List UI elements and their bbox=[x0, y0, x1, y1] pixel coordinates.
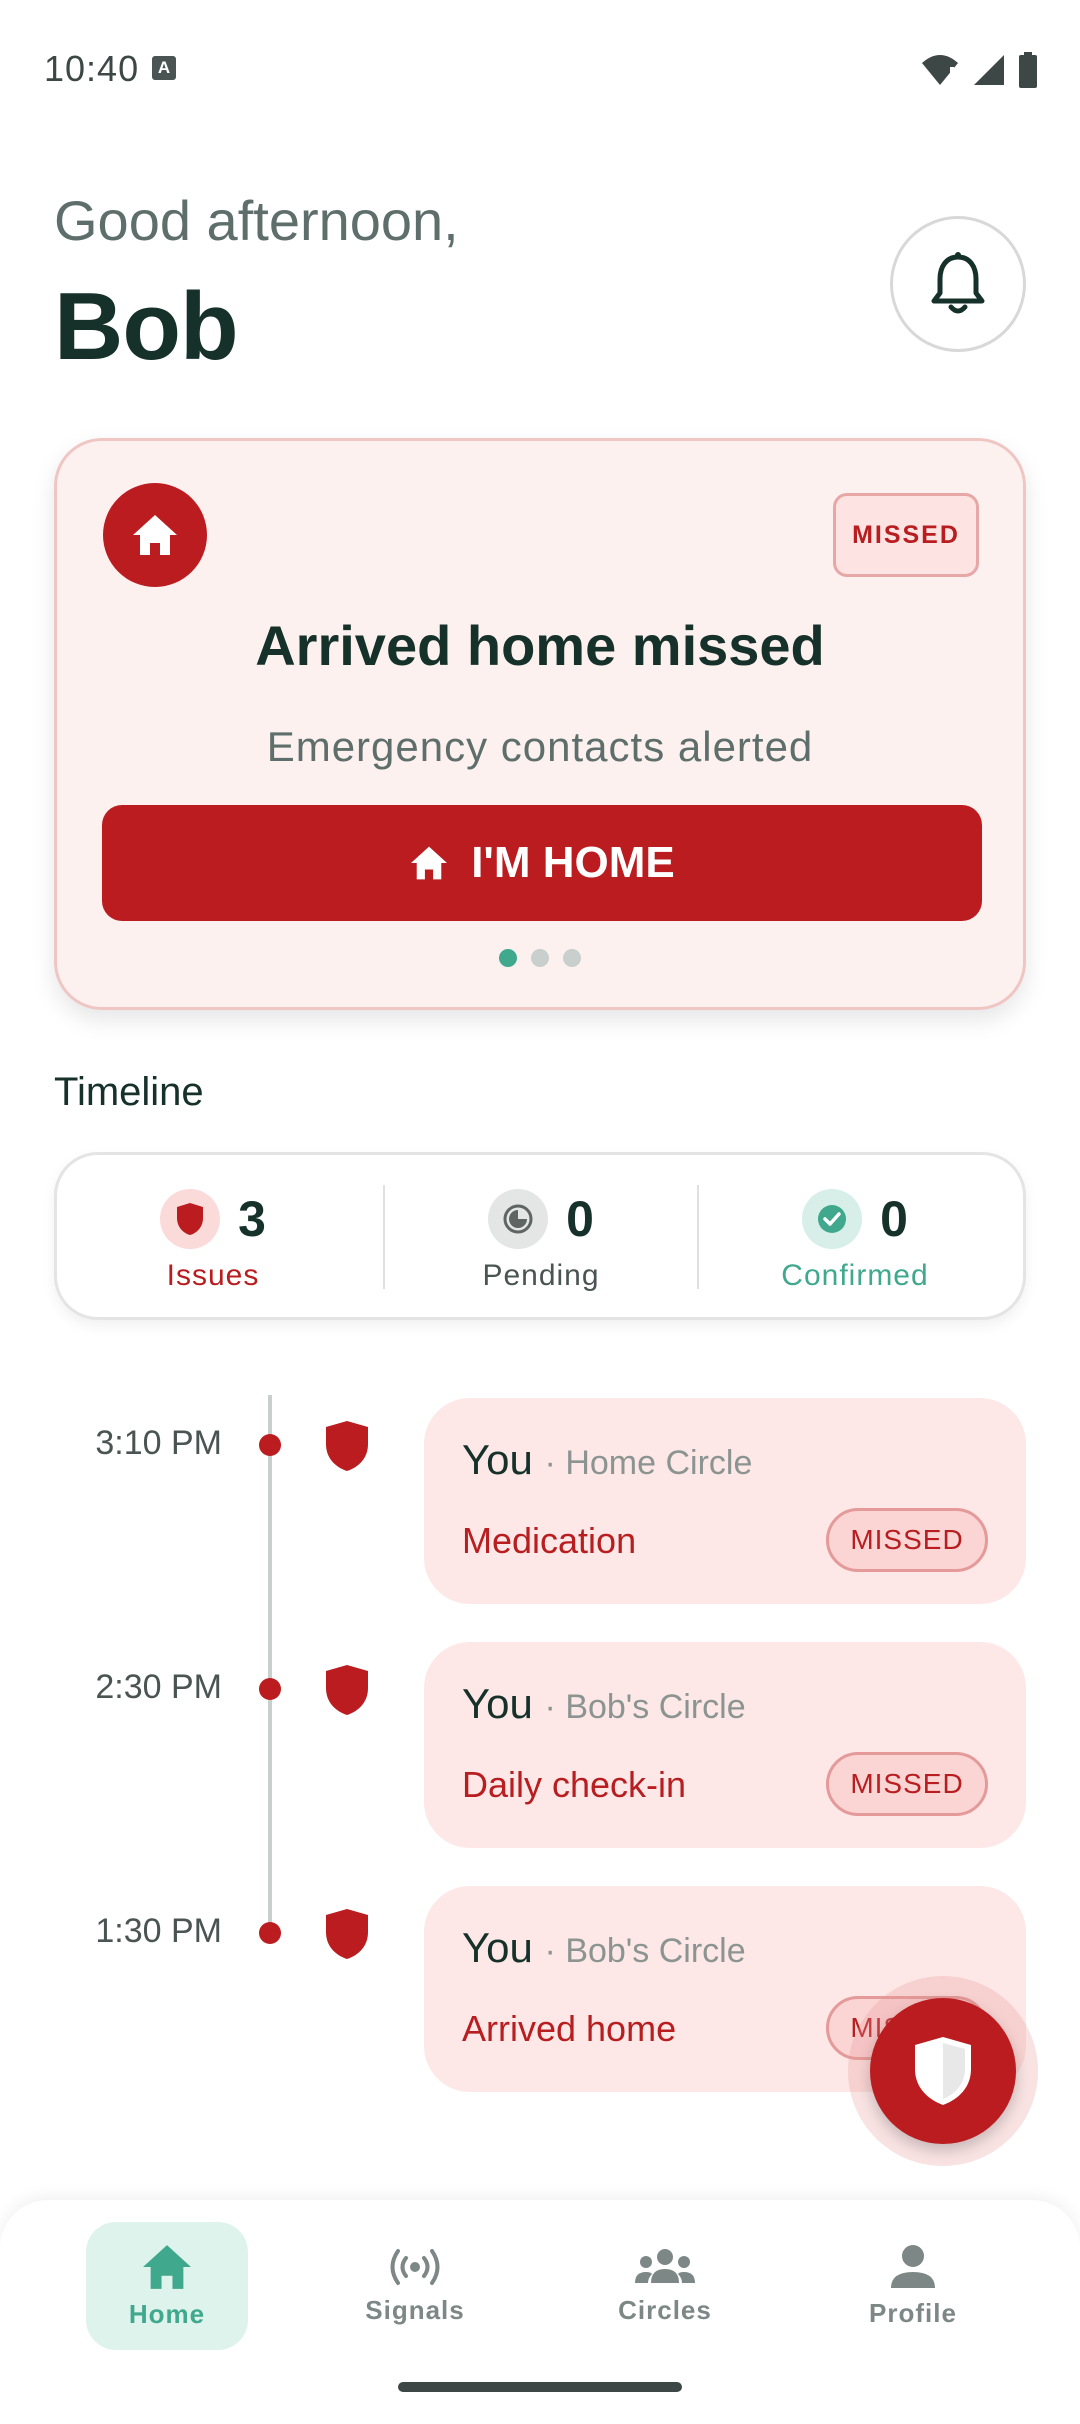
signals-icon bbox=[390, 2248, 440, 2285]
notification-a-icon: A bbox=[152, 56, 176, 80]
timeline-heading: Timeline bbox=[54, 1070, 204, 1114]
timeline-entry-who: You · Bob's Circle bbox=[462, 1680, 746, 1728]
signal-icon bbox=[974, 55, 1004, 85]
timeline-dot bbox=[259, 1678, 281, 1700]
pending-count: 0 bbox=[566, 1191, 594, 1247]
im-home-button-label: I'M HOME bbox=[471, 838, 675, 887]
pager-dot-2[interactable] bbox=[531, 949, 549, 967]
entry-event: Arrived home bbox=[462, 2008, 677, 2049]
nav-profile-label: Profile bbox=[869, 2297, 957, 2328]
entry-circle: · Home Circle bbox=[544, 1444, 753, 1482]
missed-status-badge: MISSED bbox=[833, 493, 979, 577]
timeline-rail bbox=[268, 1395, 272, 1925]
pager-dot-3[interactable] bbox=[563, 949, 581, 967]
profile-icon bbox=[891, 2244, 935, 2288]
home-icon bbox=[411, 846, 448, 880]
alert-subtitle: Emergency contacts alerted bbox=[266, 723, 814, 770]
timeline-entry-time: 1:30 PM bbox=[95, 1912, 222, 1950]
shield-icon bbox=[326, 1665, 368, 1715]
check-circle-icon bbox=[802, 1189, 863, 1249]
nav-home-label: Home bbox=[128, 2298, 206, 2329]
home-icon bbox=[133, 515, 177, 555]
summary-issues[interactable]: 3 Issues bbox=[57, 1155, 369, 1317]
entry-user: You bbox=[462, 1680, 533, 1727]
status-time: 10:40 bbox=[44, 48, 140, 89]
nav-profile[interactable]: Profile bbox=[832, 2222, 994, 2350]
timeline-entry-time: 2:30 PM bbox=[95, 1668, 222, 1706]
wifi-alert-icon bbox=[922, 55, 958, 85]
nav-signals[interactable]: Signals bbox=[334, 2222, 496, 2350]
timeline-entry-who: You · Home Circle bbox=[462, 1436, 752, 1484]
summary-pending[interactable]: 0 Pending bbox=[385, 1155, 697, 1317]
timeline-entry-who: You · Bob's Circle bbox=[462, 1924, 746, 1972]
shield-icon bbox=[915, 2037, 971, 2105]
timeline-dot bbox=[259, 1434, 281, 1456]
clock-icon bbox=[488, 1189, 549, 1249]
timeline-entry-card[interactable]: You · Home Circle Medication MISSED bbox=[424, 1398, 1026, 1604]
issues-count: 3 bbox=[238, 1191, 266, 1247]
timeline-dot bbox=[259, 1922, 281, 1944]
entry-event: Daily check-in bbox=[462, 1764, 687, 1805]
entry-event: Medication bbox=[462, 1520, 637, 1561]
gesture-home-indicator[interactable] bbox=[398, 2382, 682, 2392]
shield-icon bbox=[160, 1189, 221, 1249]
notifications-button[interactable] bbox=[890, 216, 1026, 352]
confirmed-label: Confirmed bbox=[781, 1259, 929, 1292]
nav-circles-label: Circles bbox=[618, 2294, 712, 2325]
entry-status-badge: MISSED bbox=[826, 1752, 988, 1816]
greeting-text: Good afternoon, bbox=[54, 189, 459, 252]
nav-circles[interactable]: Circles bbox=[584, 2222, 746, 2350]
card-pager[interactable] bbox=[57, 949, 1023, 967]
shield-icon bbox=[326, 1909, 368, 1959]
missed-alert-card[interactable]: MISSED Arrived home missed Emergency con… bbox=[54, 438, 1026, 1010]
alert-home-badge bbox=[103, 483, 207, 587]
timeline-summary-card: 3 Issues 0 Pending 0 Confirmed bbox=[54, 1152, 1026, 1320]
status-bar: 10:40 A bbox=[0, 0, 1080, 140]
user-name: Bob bbox=[54, 273, 239, 380]
entry-user: You bbox=[462, 1436, 533, 1483]
confirmed-count: 0 bbox=[880, 1191, 908, 1247]
shield-icon bbox=[326, 1421, 368, 1471]
nav-signals-label: Signals bbox=[365, 2294, 465, 2325]
circles-icon bbox=[635, 2248, 695, 2283]
entry-circle: · Bob's Circle bbox=[544, 1932, 746, 1970]
issues-label: Issues bbox=[166, 1259, 260, 1292]
bell-icon bbox=[931, 252, 985, 314]
entry-user: You bbox=[462, 1924, 533, 1971]
sos-shield-button[interactable] bbox=[870, 1998, 1016, 2144]
home-icon bbox=[143, 2244, 191, 2289]
pending-label: Pending bbox=[482, 1259, 600, 1292]
nav-home[interactable]: Home bbox=[86, 2222, 248, 2350]
timeline-entry-time: 3:10 PM bbox=[95, 1424, 222, 1462]
entry-circle: · Bob's Circle bbox=[544, 1688, 746, 1726]
pager-dot-1[interactable] bbox=[499, 949, 517, 967]
status-icons bbox=[920, 52, 1038, 88]
im-home-button[interactable]: I'M HOME bbox=[102, 805, 982, 921]
timeline-entry-card[interactable]: You · Bob's Circle Daily check-in MISSED bbox=[424, 1642, 1026, 1848]
battery-icon bbox=[1019, 52, 1037, 88]
summary-confirmed[interactable]: 0 Confirmed bbox=[699, 1155, 1011, 1317]
alert-title: Arrived home missed bbox=[255, 614, 825, 677]
entry-status-badge: MISSED bbox=[826, 1508, 988, 1572]
